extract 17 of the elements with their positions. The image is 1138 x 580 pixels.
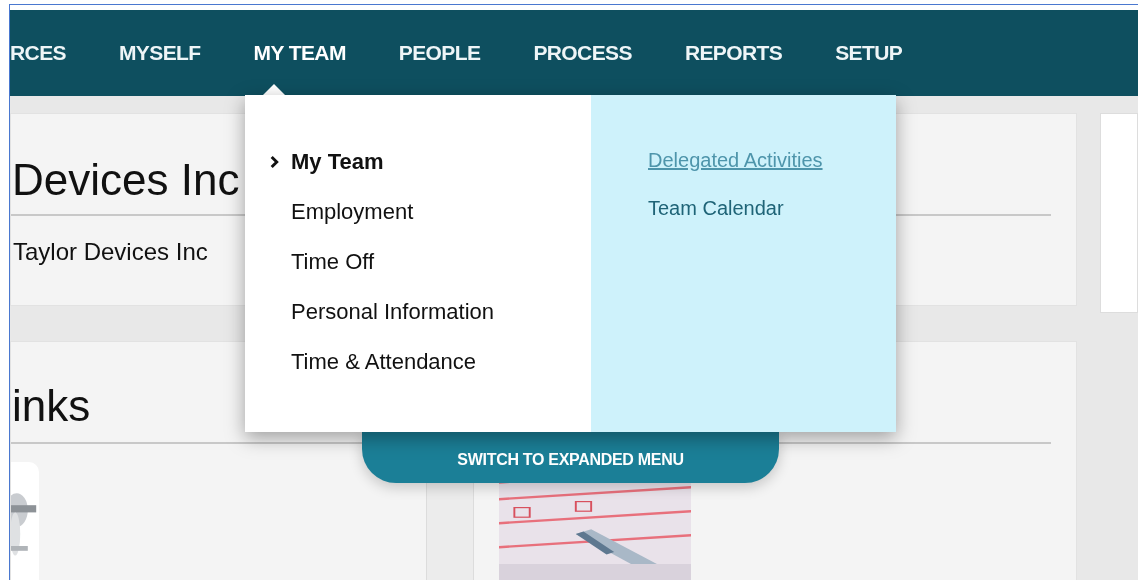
menu-item[interactable]: Time & Attendance	[270, 347, 477, 376]
nav-tab[interactable]: RCES	[10, 10, 66, 96]
menu-item[interactable]: Employment	[270, 197, 414, 226]
card-title: Devices Inc	[11, 154, 240, 204]
menu-item[interactable]: My Team	[270, 147, 384, 176]
nav-tab[interactable]: MYSELF	[118, 10, 201, 96]
nav-tab[interactable]: REPORTS	[684, 10, 783, 96]
nav-tab[interactable]: SETUP	[835, 10, 903, 96]
nav-tab[interactable]: PEOPLE	[398, 10, 481, 96]
company-name: Taylor Devices Inc	[12, 237, 208, 266]
menu-link[interactable]: Team Calendar	[648, 195, 784, 222]
menu-item[interactable]: Personal Information	[270, 297, 494, 326]
switch-menu-button[interactable]: SWITCH TO EXPANDED MENU	[362, 432, 779, 483]
chevron-icon	[270, 154, 279, 169]
menu-item[interactable]: Time Off	[270, 247, 375, 276]
nav-tab[interactable]: PROCESS	[533, 10, 632, 96]
card-title: inks	[11, 380, 91, 430]
